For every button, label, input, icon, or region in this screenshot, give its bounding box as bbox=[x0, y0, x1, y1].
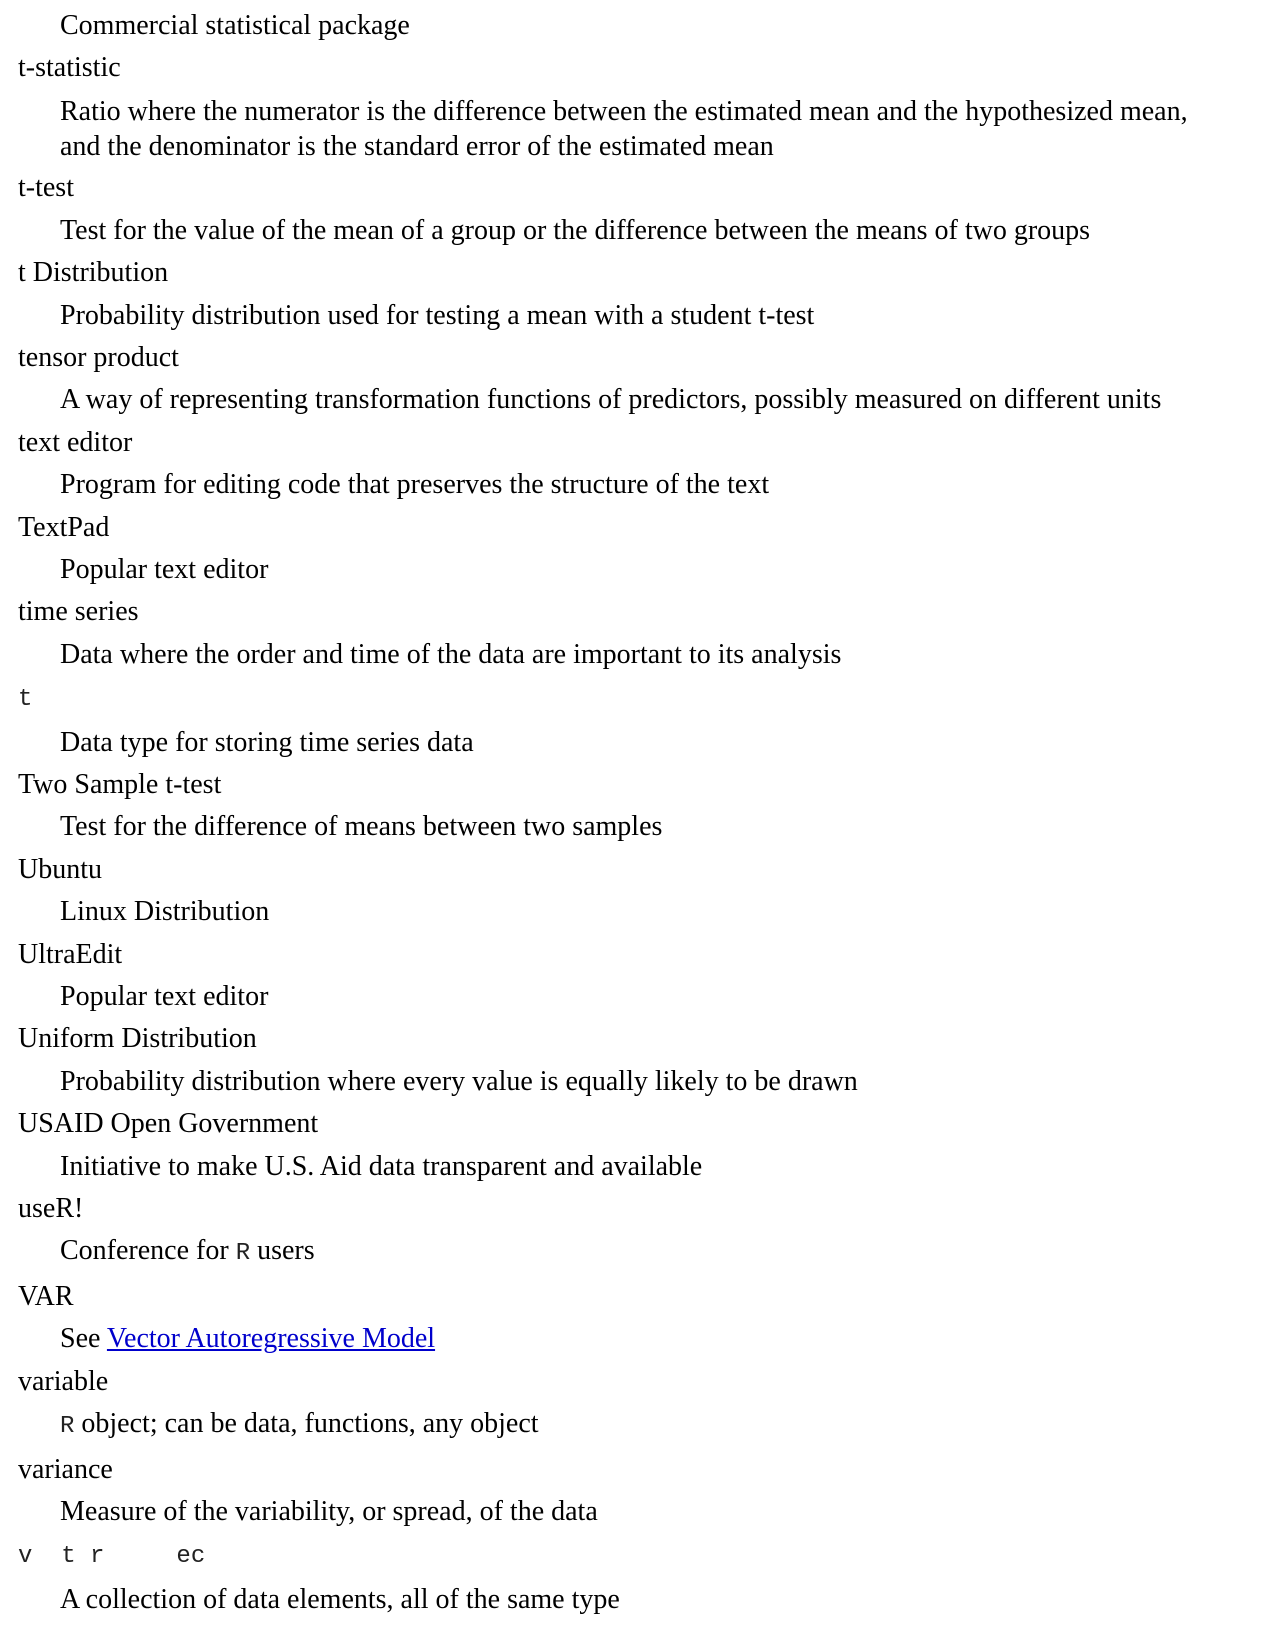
glossary-term: useR! bbox=[18, 1193, 84, 1225]
glossary-term: v t r ec bbox=[0, 1533, 1275, 1578]
glossary-definition: Data type for storing time series data bbox=[60, 726, 474, 758]
glossary-definition: Popular text editor bbox=[60, 553, 269, 585]
glossary-definition: Conference for R users bbox=[0, 1230, 1275, 1275]
glossary-term: Two Sample t-test bbox=[18, 769, 222, 800]
definition-text: object; can be data, functions, any obje… bbox=[74, 1408, 539, 1440]
glossary-term: USAID Open Government bbox=[18, 1108, 319, 1140]
glossary-term: tensor product bbox=[18, 341, 179, 373]
glossary-definition: Program for editing code that preserves … bbox=[60, 469, 770, 501]
glossary-definition: Measure of the variability, or spread, o… bbox=[60, 1495, 598, 1527]
glossary-definition: Test for the difference of means between… bbox=[60, 811, 663, 843]
glossary-term: UltraEdit bbox=[18, 938, 123, 970]
glossary-link[interactable]: Vector Autoregressive Model bbox=[107, 1323, 435, 1354]
glossary-term: TextPad bbox=[18, 511, 110, 543]
glossary-definition: R object; can be data, functions, any ob… bbox=[0, 1403, 1275, 1448]
code-term: t bbox=[18, 686, 33, 714]
glossary-term: text editor bbox=[18, 426, 133, 458]
glossary-term: t-statistic bbox=[18, 52, 121, 84]
definition-text: Conference for bbox=[60, 1235, 236, 1267]
code-term: v t r ec bbox=[18, 1543, 206, 1571]
glossary-definition: Data where the order and time of the dat… bbox=[60, 638, 842, 670]
glossary-term: t-test bbox=[18, 172, 74, 204]
glossary-definition: A way of representing transformation fun… bbox=[60, 384, 1162, 416]
code-text: R bbox=[60, 1413, 75, 1441]
glossary-definition: See Vector Autoregressive Model bbox=[0, 1318, 1275, 1360]
glossary-definition: Linux Distribution bbox=[60, 896, 270, 928]
definition-text: users bbox=[250, 1235, 315, 1267]
glossary-definition: Test for the value of the mean of a grou… bbox=[60, 214, 1091, 246]
glossary-term: t Distribution bbox=[18, 257, 169, 289]
glossary-term: t bbox=[0, 676, 1275, 721]
glossary-term: Ubuntu bbox=[18, 853, 102, 885]
code-text: R bbox=[235, 1240, 251, 1268]
glossary-term: variance bbox=[18, 1453, 113, 1485]
glossary: Commercial statistical package t-statist… bbox=[0, 5, 1275, 1621]
glossary-definition: Initiative to make U.S. Aid data transpa… bbox=[60, 1150, 703, 1182]
glossary-definition: Ratio where the numerator is the differe… bbox=[60, 95, 1188, 162]
glossary-term: time series bbox=[18, 596, 139, 628]
definition: Commercial statistical package bbox=[60, 10, 410, 41]
glossary-definition: Probability distribution where every val… bbox=[60, 1065, 858, 1097]
glossary-definition: A collection of data elements, all of th… bbox=[60, 1583, 620, 1615]
glossary-term: VAR bbox=[18, 1280, 74, 1312]
glossary-definition: Probability distribution used for testin… bbox=[60, 299, 815, 331]
definition-text: See bbox=[60, 1323, 107, 1355]
glossary-definition: Popular text editor bbox=[60, 981, 269, 1013]
glossary-term: variable bbox=[18, 1365, 109, 1397]
glossary-term: Uniform Distribution bbox=[18, 1023, 257, 1055]
